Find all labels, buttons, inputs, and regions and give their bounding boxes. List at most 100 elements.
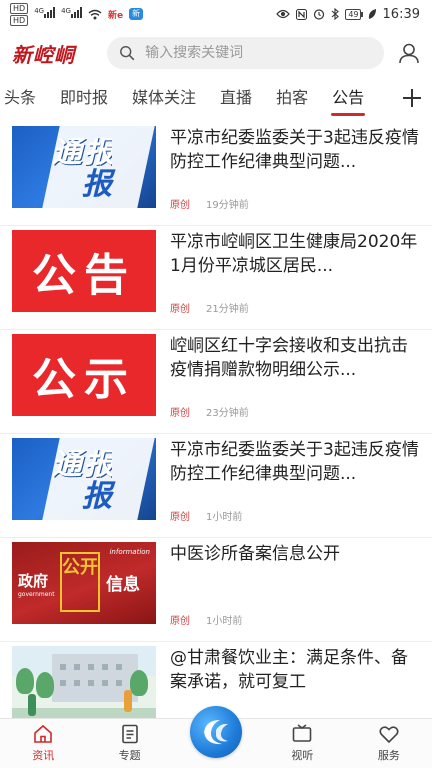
thumbnail-text: 公示	[32, 354, 136, 405]
home-icon	[34, 724, 53, 743]
tab-headlines[interactable]: 头条	[0, 78, 48, 118]
app-badge-icon: 新	[129, 8, 144, 20]
news-title[interactable]: @甘肃餐饮业主：满足条件、备案承诺，就可复工	[170, 646, 420, 694]
news-title[interactable]: 平凉市纪委监委关于3起违反疫情防控工作纪律典型问题...	[170, 126, 420, 174]
thumbnail-text: information	[109, 548, 150, 556]
news-time: 1小时前	[206, 512, 243, 523]
thumbnail-text: 公告	[32, 250, 136, 301]
news-info: 平凉市纪委监委关于3起违反疫情防控工作纪律典型问题... 原创 19分钟前	[156, 126, 420, 222]
tab-list: 头条 即时报 媒体关注 直播 拍客 公告	[0, 78, 392, 118]
nav-news[interactable]: 资讯	[0, 718, 86, 768]
news-time: 1小时前	[206, 616, 243, 627]
center-logo-icon	[204, 720, 229, 745]
news-title[interactable]: 平凉市纪委监委关于3起违反疫情防控工作纪律典型问题...	[170, 438, 420, 486]
news-feed: 通报 报 平凉市纪委监委关于3起违反疫情防控工作纪律典型问题... 原创 19分…	[0, 122, 432, 718]
news-title[interactable]: 崆峒区红十字会接收和支出抗击疫情捐赠款物明细公示...	[170, 334, 420, 382]
leaf-icon	[368, 9, 376, 19]
thumbnail-text: 通报	[52, 138, 112, 168]
news-time: 23分钟前	[206, 408, 249, 419]
thumbnail-text: 报	[82, 479, 112, 514]
news-info: @甘肃餐饮业主：满足条件、备案承诺，就可复工	[156, 646, 420, 718]
news-time: 21分钟前	[206, 304, 249, 315]
nfc-icon	[296, 8, 308, 20]
status-time: 16:39	[382, 6, 420, 22]
wifi-icon	[88, 9, 102, 19]
alarm-icon	[314, 9, 325, 20]
thumbnail-text: 报	[82, 167, 112, 202]
news-item[interactable]: information 政府 government 公开 信息 中医诊所备案信息公…	[0, 538, 432, 642]
nav-services[interactable]: 服务	[346, 718, 432, 768]
news-info: 中医诊所备案信息公开 原创 1小时前	[156, 542, 420, 638]
news-item[interactable]: 公告 平凉市崆峒区卫生健康局2020年1月份平凉城区居民... 原创 21分钟前	[0, 226, 432, 330]
tab-media-focus[interactable]: 媒体关注	[120, 78, 208, 118]
heart-icon	[379, 726, 399, 744]
hd-chips: HD HD	[10, 2, 29, 26]
thumbnail-text: 政府 government	[18, 572, 55, 598]
nav-center	[173, 706, 259, 768]
hd-chip: HD	[10, 2, 29, 14]
news-meta: 原创 1小时前	[170, 508, 242, 523]
news-source: 原创	[170, 304, 190, 315]
status-bar: HD HD 4G 4G 新e 新 49 16:39	[0, 0, 432, 28]
center-home-button[interactable]	[190, 706, 243, 758]
nav-label: 视听	[291, 749, 314, 762]
network-label: 4G	[61, 7, 71, 15]
nav-label: 资讯	[32, 749, 55, 762]
user-icon[interactable]	[398, 42, 420, 64]
app-logo[interactable]: 新崆峒	[12, 39, 107, 68]
tab-paike[interactable]: 拍客	[264, 78, 320, 118]
document-icon	[121, 724, 138, 744]
news-info: 崆峒区红十字会接收和支出抗击疫情捐赠款物明细公示... 原创 23分钟前	[156, 334, 420, 430]
signal-icon: 4G	[61, 7, 82, 21]
hd-chip: HD	[10, 14, 29, 26]
news-source: 原创	[170, 616, 190, 627]
news-thumbnail: 通报 报	[12, 126, 156, 208]
tab-instant-news[interactable]: 即时报	[48, 78, 120, 118]
search-icon	[120, 46, 135, 61]
battery-icon: 49	[345, 8, 361, 20]
news-thumbnail: 通报 报	[12, 438, 156, 520]
news-meta: 原创 1小时前	[170, 612, 242, 627]
tab-announcements[interactable]: 公告	[320, 78, 376, 118]
eye-icon	[276, 9, 291, 19]
news-thumbnail: 公告	[12, 230, 156, 312]
bottom-nav: 资讯 专题 视听 服务	[0, 706, 432, 768]
news-time: 19分钟前	[206, 200, 249, 211]
signal-icon: 4G	[34, 7, 56, 21]
network-label: 4G	[34, 7, 45, 15]
news-item[interactable]: 通报 报 平凉市纪委监委关于3起违反疫情防控工作纪律典型问题... 原创 1小时…	[0, 434, 432, 538]
news-source: 原创	[170, 408, 190, 419]
category-tabs: 头条 即时报 媒体关注 直播 拍客 公告	[0, 78, 432, 118]
tab-live[interactable]: 直播	[208, 78, 264, 118]
tv-icon	[293, 724, 312, 742]
battery-level: 49	[348, 9, 359, 19]
thumbnail-text: 信息	[106, 575, 140, 595]
status-left: HD HD 4G 4G 新e 新	[10, 2, 144, 26]
news-info: 平凉市纪委监委关于3起违反疫情防控工作纪律典型问题... 原创 1小时前	[156, 438, 420, 534]
news-thumbnail: information 政府 government 公开 信息	[12, 542, 156, 624]
news-title[interactable]: 平凉市崆峒区卫生健康局2020年1月份平凉城区居民...	[170, 230, 420, 278]
nav-label: 专题	[118, 749, 141, 762]
app-notification-icon: 新e	[107, 10, 124, 21]
status-right: 49 16:39	[276, 7, 420, 22]
news-title[interactable]: 中医诊所备案信息公开	[170, 542, 420, 590]
nav-video[interactable]: 视听	[259, 718, 345, 768]
news-source: 原创	[170, 512, 190, 523]
nav-label: 服务	[377, 749, 400, 762]
plus-icon	[403, 89, 421, 107]
app-header: 新崆峒	[0, 30, 432, 76]
news-meta: 原创 23分钟前	[170, 404, 249, 419]
news-thumbnail: 公示	[12, 334, 156, 416]
search-input[interactable]	[145, 45, 372, 61]
news-meta: 原创 19分钟前	[170, 196, 249, 211]
nav-topics[interactable]: 专题	[86, 718, 172, 768]
news-meta: 原创 21分钟前	[170, 300, 249, 315]
news-item[interactable]: 公示 崆峒区红十字会接收和支出抗击疫情捐赠款物明细公示... 原创 23分钟前	[0, 330, 432, 434]
news-thumbnail	[12, 646, 156, 718]
add-tab-button[interactable]	[392, 78, 432, 118]
news-item[interactable]: 通报 报 平凉市纪委监委关于3起违反疫情防控工作纪律典型问题... 原创 19分…	[0, 122, 432, 226]
news-source: 原创	[170, 200, 190, 211]
thumbnail-text: 通报	[52, 450, 112, 480]
search-bar[interactable]	[107, 37, 384, 69]
thumbnail-text: 公开	[60, 552, 100, 612]
